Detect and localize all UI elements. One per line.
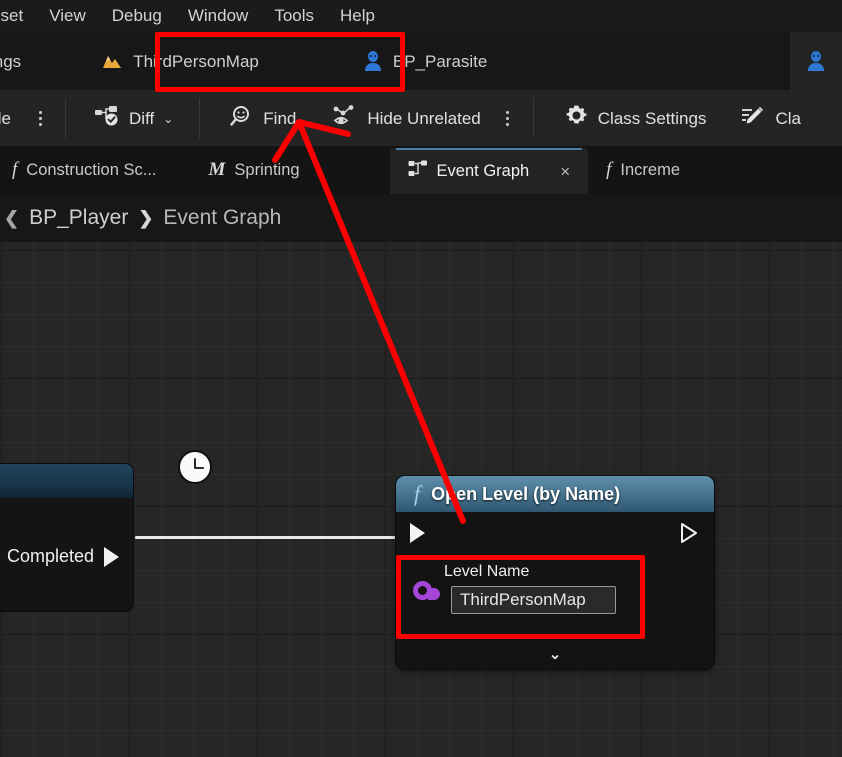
hide-unrelated-options-kebab-icon[interactable] xyxy=(497,90,519,146)
find-button[interactable]: Find xyxy=(218,90,308,146)
breadcrumb: ❮ BP_Player ❯ Event Graph xyxy=(0,194,842,242)
pin-label: Completed xyxy=(6,546,94,566)
name-pin-icon[interactable] xyxy=(413,581,440,600)
class-settings-button[interactable]: Class Settings xyxy=(552,90,719,146)
asset-tab-thirdpersonmap[interactable]: ThirdPersonMap xyxy=(79,32,281,90)
gear-icon xyxy=(564,103,589,133)
graph-tab-label: Increme xyxy=(620,160,681,179)
class-defaults-button[interactable]: Cla xyxy=(728,90,813,146)
class-settings-label: Class Settings xyxy=(597,109,707,128)
graph-tab-label: Event Graph xyxy=(436,161,530,180)
asset-tab-label: ThirdPersonMap xyxy=(133,52,259,71)
unreal-blueprint-editor: sset View Debug Window Tools Help ings T… xyxy=(0,0,842,757)
menu-item-asset[interactable]: sset xyxy=(0,0,36,32)
breadcrumb-separator-icon: ❯ xyxy=(138,207,154,228)
graph-node-open-level-by-name[interactable]: f Open Level (by Name) Level Name ThirdP… xyxy=(396,476,714,669)
asset-tab-label: ings xyxy=(0,52,22,71)
node-body: Completed xyxy=(0,498,133,611)
diff-label: Diff xyxy=(129,109,155,128)
compile-options-kebab-icon[interactable] xyxy=(29,90,51,146)
toolbar-separator xyxy=(532,98,534,138)
class-defaults-label: Cla xyxy=(775,109,801,128)
exec-input-pin-icon[interactable] xyxy=(410,523,425,543)
breadcrumb-back-icon[interactable]: ❮ xyxy=(4,208,19,229)
asset-tab-bp-parasite[interactable]: BP_Parasite xyxy=(341,32,510,90)
diff-icon xyxy=(94,104,120,133)
latent-clock-icon xyxy=(178,450,212,484)
chevron-down-icon: ⌄ xyxy=(163,112,174,126)
graph-tab-construction-script[interactable]: f Construction Sc... xyxy=(0,146,175,194)
character-blueprint-icon xyxy=(363,50,383,72)
asset-tab-settings-partial[interactable]: ings xyxy=(0,32,43,90)
graph-tab-bar: f Construction Sc... M Sprinting Event G… xyxy=(0,146,842,194)
exec-wire xyxy=(135,536,425,539)
menu-item-view[interactable]: View xyxy=(36,0,99,32)
graph-tab-label: Sprinting xyxy=(234,160,300,179)
node-expand-chevron-down-icon[interactable]: ⌄ xyxy=(396,645,714,663)
hide-unrelated-button[interactable]: Hide Unrelated xyxy=(320,90,492,146)
toolbar-separator xyxy=(65,98,67,138)
function-icon: f xyxy=(414,481,421,506)
graph-node-latent-partial[interactable]: Completed xyxy=(0,464,133,611)
asset-tab-active-blueprint[interactable] xyxy=(790,32,842,90)
breadcrumb-current[interactable]: Event Graph xyxy=(163,206,281,230)
breadcrumb-root[interactable]: BP_Player xyxy=(29,206,128,230)
menu-item-tools[interactable]: Tools xyxy=(261,0,327,32)
event-graph-canvas[interactable]: Completed f Open Level (by Name) Level N… xyxy=(0,242,842,757)
exec-pin-icon[interactable] xyxy=(104,546,119,567)
toolbar-separator xyxy=(199,98,201,138)
node-input-row-level-name: Level Name ThirdPersonMap xyxy=(396,554,714,632)
search-icon xyxy=(230,104,254,133)
asset-tab-label: BP_Parasite xyxy=(392,52,488,71)
event-graph-icon xyxy=(408,160,428,183)
graph-tab-label: Construction Sc... xyxy=(26,160,157,179)
find-label: Find xyxy=(263,109,297,128)
node-header xyxy=(0,464,133,498)
close-icon[interactable]: × xyxy=(560,163,570,180)
menu-item-window[interactable]: Window xyxy=(175,0,261,32)
pencil-edit-icon xyxy=(740,104,766,133)
level-name-input[interactable]: ThirdPersonMap xyxy=(451,586,616,614)
menu-bar: sset View Debug Window Tools Help xyxy=(0,0,842,32)
asset-tab-bar: ings ThirdPersonMap BP_Parasite xyxy=(0,32,842,90)
function-icon: f xyxy=(12,159,18,180)
graph-tab-event-graph[interactable]: Event Graph × xyxy=(389,148,589,194)
compile-label: ile xyxy=(0,109,12,128)
function-icon: f xyxy=(606,159,612,180)
node-output-pin-completed[interactable]: Completed xyxy=(7,546,119,567)
graph-tab-increment[interactable]: f Increme xyxy=(588,146,698,194)
level-mountain-icon xyxy=(101,52,123,70)
menu-item-help[interactable]: Help xyxy=(327,0,388,32)
hide-unrelated-icon xyxy=(332,104,358,133)
hide-unrelated-label: Hide Unrelated xyxy=(367,109,481,128)
graph-tab-sprinting[interactable]: M Sprinting xyxy=(191,146,318,194)
character-blueprint-icon xyxy=(806,50,826,72)
node-header: f Open Level (by Name) xyxy=(396,476,714,512)
diff-button[interactable]: Diff ⌄ xyxy=(82,90,185,146)
menu-item-debug[interactable]: Debug xyxy=(99,0,175,32)
exec-output-pin-icon[interactable] xyxy=(680,522,698,544)
node-exec-row xyxy=(396,512,714,554)
macro-icon: M xyxy=(208,159,226,180)
blueprint-toolbar: ile Diff ⌄ xyxy=(0,90,842,146)
pin-label: Level Name xyxy=(444,563,530,580)
node-title: Open Level (by Name) xyxy=(431,483,621,504)
compile-button[interactable]: ile xyxy=(0,90,23,146)
